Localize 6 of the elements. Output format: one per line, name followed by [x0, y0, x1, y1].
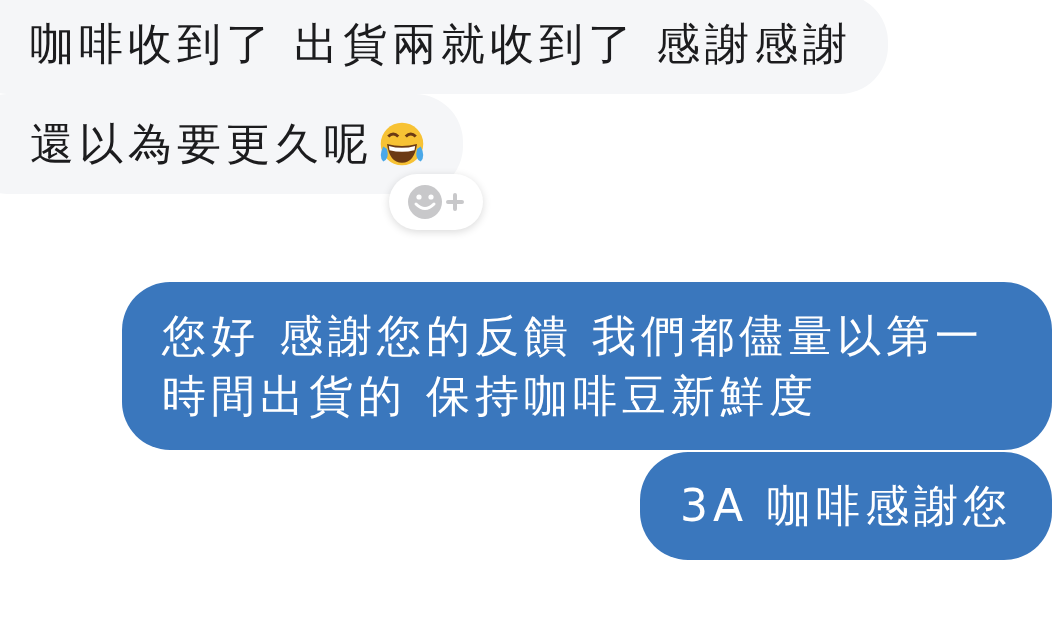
message-text: 咖啡收到了 出貨兩就收到了 感謝感謝: [30, 17, 852, 71]
message-text: 您好 感謝您的反饋 我們都儘量以第一時間出貨的 保持咖啡豆新鮮度: [162, 309, 985, 423]
add-reaction-button[interactable]: [389, 174, 483, 230]
message-text: 3A 咖啡感謝您: [679, 479, 1012, 533]
smiley-plus-icon: [405, 182, 467, 222]
message-text: 還以為要更久呢: [30, 117, 373, 171]
